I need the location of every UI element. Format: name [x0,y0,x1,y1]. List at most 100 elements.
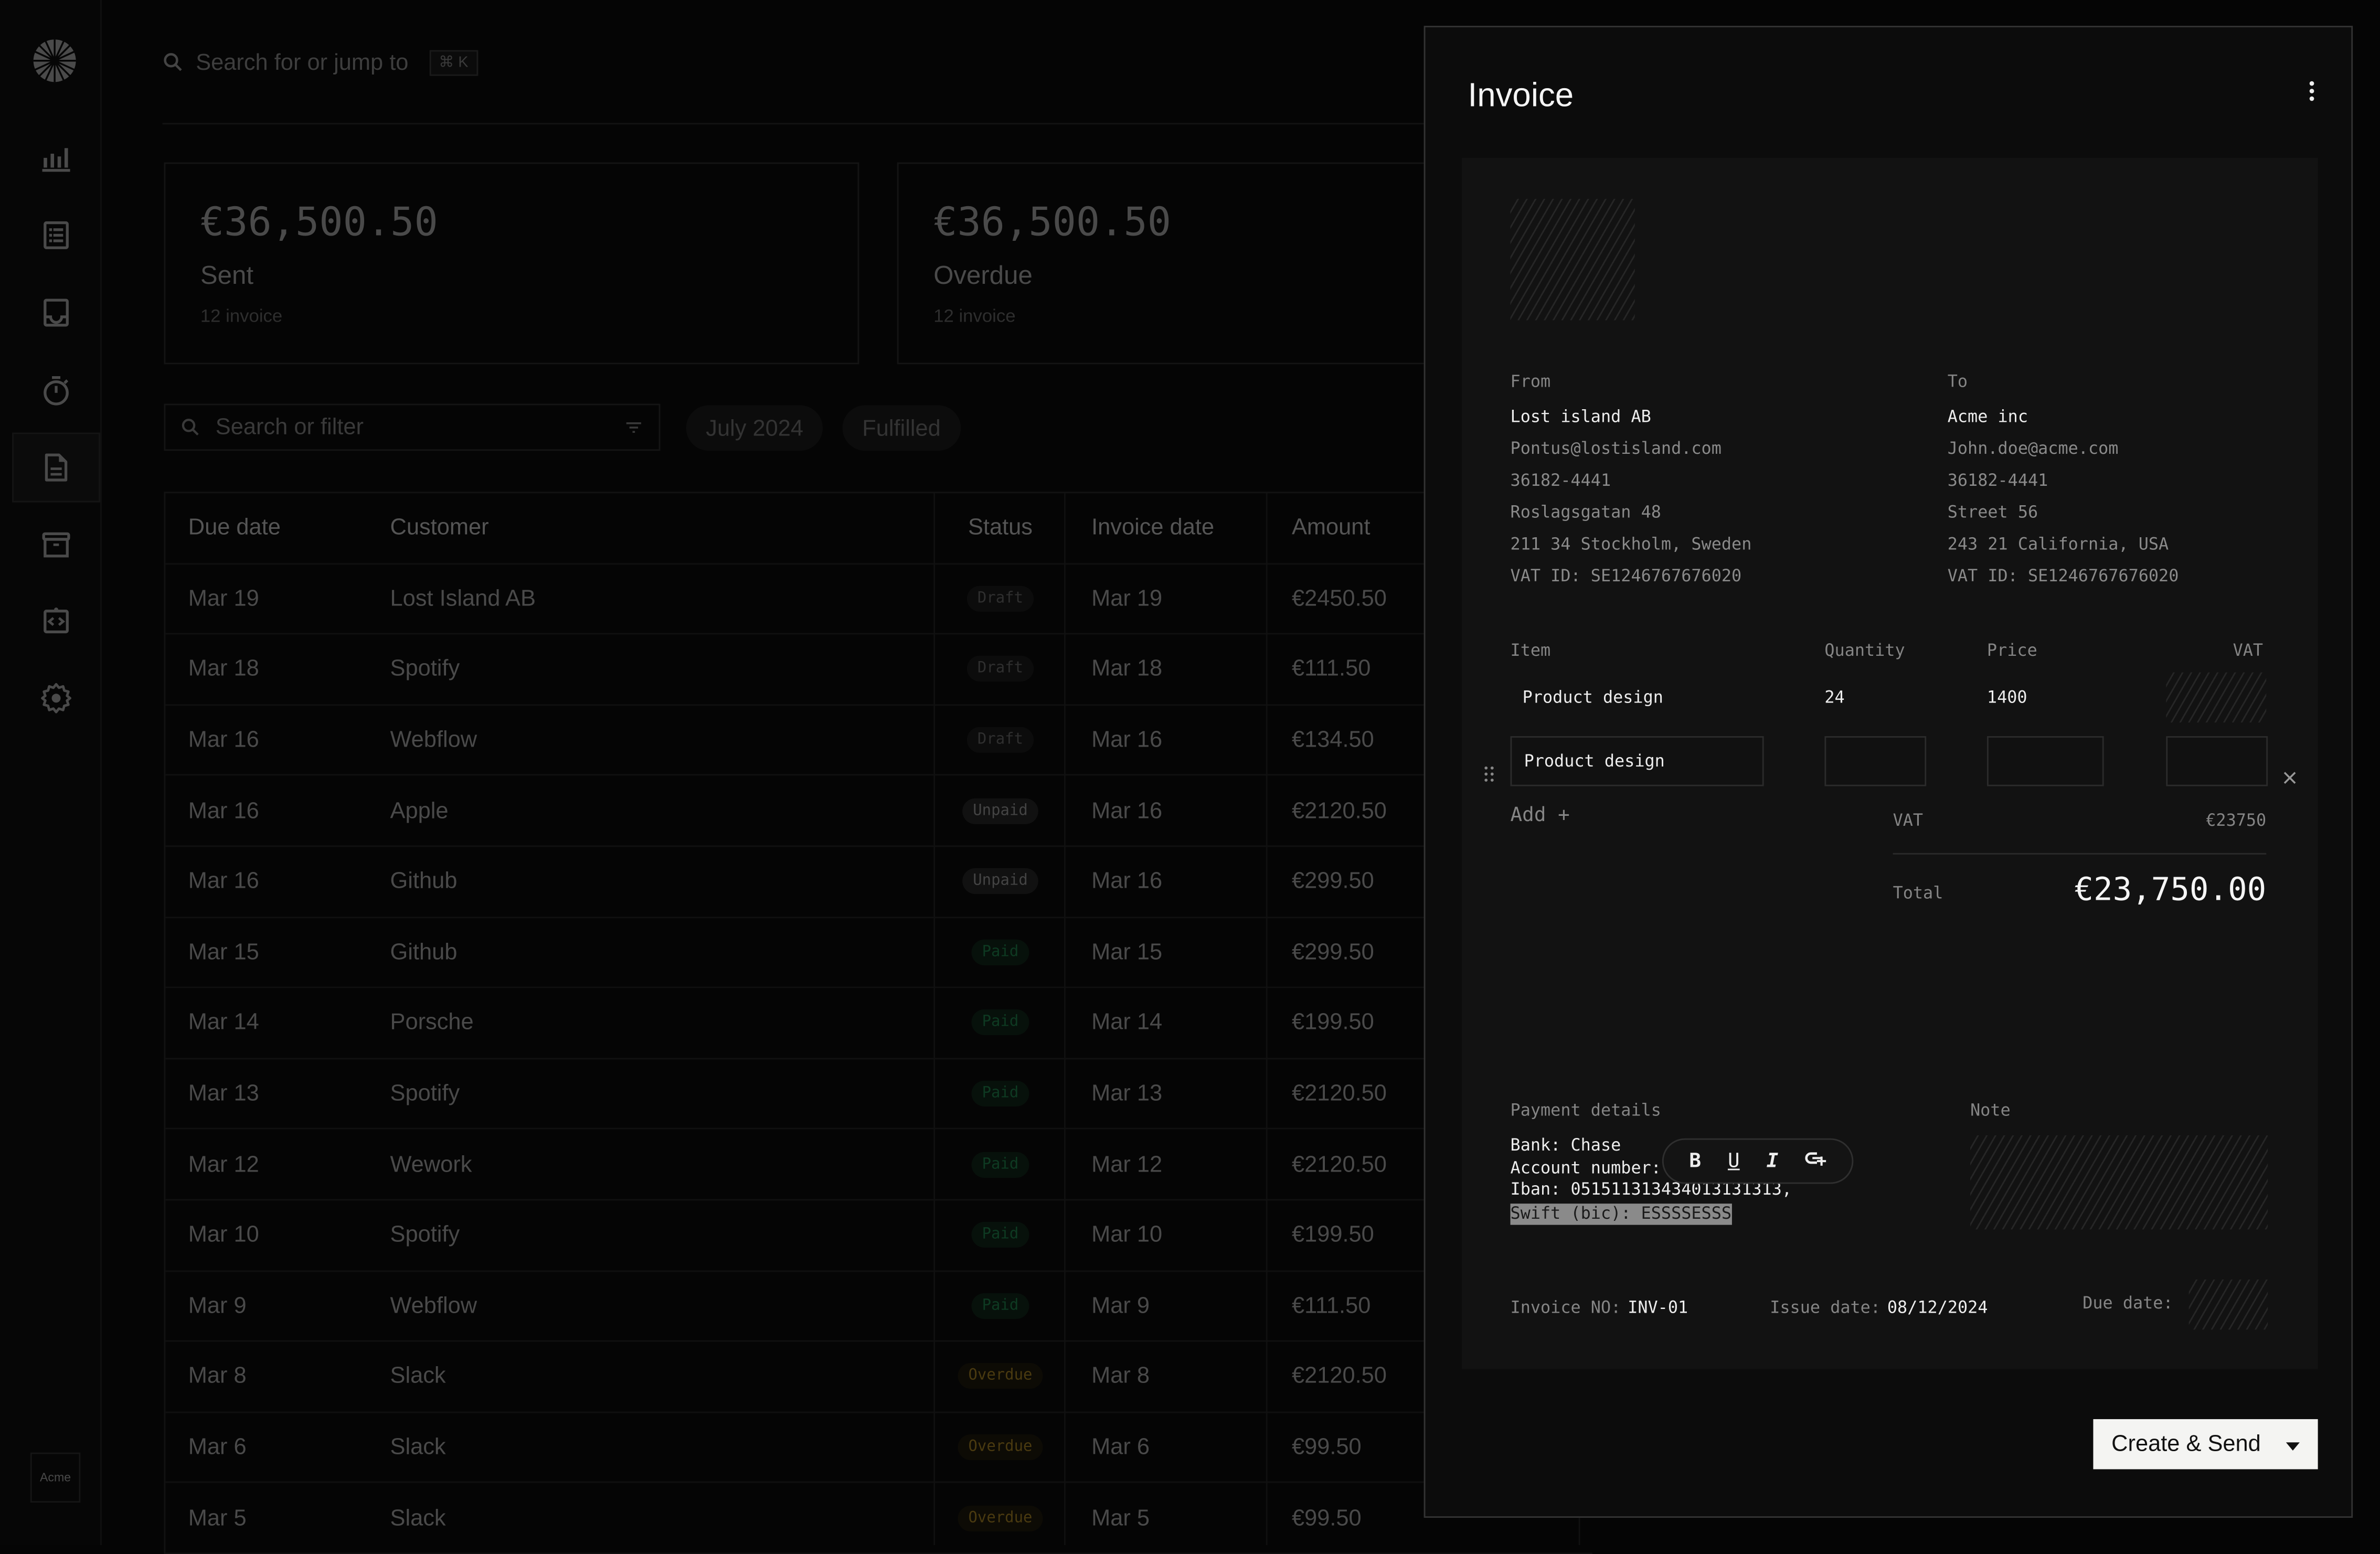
status-badge: Overdue [958,1505,1043,1531]
invoice-table: Due date Customer Status Invoice date Am… [164,492,1592,1554]
table-row[interactable]: Mar 19 Lost Island AB Draft Mar 19 €2450.50 [165,564,1592,635]
status-badge: Paid [971,939,1029,965]
status-cell: Unpaid [935,797,1066,824]
column-header-due-date[interactable]: Due date [188,515,281,541]
search-filter-input[interactable]: Search or filter [164,403,661,451]
sidebar-item-vault[interactable] [12,510,100,580]
invoice-document: From Lost island AB Pontus@lostisland.co… [1461,157,2318,1369]
dropdown-caret-icon[interactable] [2286,1431,2300,1457]
sidebar-item-tracker[interactable] [12,355,100,425]
table-row[interactable]: Mar 14 Porsche Paid Mar 14 €199.50 [165,988,1592,1059]
line-item-quantity-input[interactable] [1824,736,1927,786]
search-filter-placeholder: Search or filter [215,414,364,440]
line-item-price-input[interactable] [1986,736,2104,786]
from-vat-id: VAT ID: SE1246767676020 [1510,566,1742,586]
invoice-date-cell: Mar 18 [1091,656,1163,683]
from-label: From [1510,371,1551,392]
status-cell: Paid [935,1080,1066,1107]
drag-handle-icon[interactable] [1483,763,1495,782]
sidebar-item-invoices[interactable] [12,432,100,503]
app-logo-icon[interactable] [32,38,78,83]
column-header-invoice-date[interactable]: Invoice date [1091,515,1214,541]
line-item-vat-placeholder[interactable] [2166,672,2267,723]
amount-cell: €299.50 [1291,939,1374,965]
invoice-date-cell: Mar 8 [1091,1364,1150,1390]
status-badge: Draft [966,586,1034,612]
to-name: Acme inc [1947,407,2028,427]
table-row[interactable]: Mar 18 Spotify Draft Mar 18 €111.50 [165,635,1592,706]
stopwatch-icon [44,376,69,406]
global-search[interactable]: Search for or jump to ⌘ K [163,42,477,82]
table-row[interactable]: Mar 16 Webflow Draft Mar 16 €134.50 [165,706,1592,776]
table-row[interactable]: Mar 5 Slack Overdue Mar 5 €99.50 [165,1483,1592,1554]
amount-cell: €111.50 [1291,1293,1371,1319]
amount-cell: €2120.50 [1291,1364,1387,1390]
note-input-placeholder[interactable] [1970,1135,2268,1230]
table-row[interactable]: Mar 16 Apple Unpaid Mar 16 €2120.50 [165,776,1592,847]
sidebar-item-transactions[interactable] [12,200,100,270]
underline-button[interactable]: U [1728,1149,1740,1172]
filter-chip-date[interactable]: July 2024 [686,405,823,451]
remove-line-item-icon[interactable] [2283,765,2297,784]
due-date-cell: Mar 13 [188,1080,259,1107]
amount-cell: €299.50 [1291,868,1374,895]
table-row[interactable]: Mar 8 Slack Overdue Mar 8 €2120.50 [165,1342,1592,1413]
status-badge: Overdue [958,1434,1043,1461]
add-line-item-button[interactable]: Add + [1511,804,1570,827]
issue-date: 08/12/2024 [1887,1297,1988,1318]
table-row[interactable]: Mar 6 Slack Overdue Mar 6 €99.50 [165,1413,1592,1484]
workspace-button[interactable]: Acme [30,1452,81,1503]
sidebar-item-inbox[interactable] [12,278,100,347]
card-count: 12 invoice [200,305,283,326]
line-item-name[interactable]: Product design [1523,688,1663,708]
status-badge: Unpaid [962,797,1038,824]
due-date-cell: Mar 18 [188,656,259,683]
invoice-date-cell: Mar 16 [1091,727,1163,753]
to-label: To [1947,371,1968,392]
filter-chip-status[interactable]: Fulfilled [842,405,961,451]
document-icon [45,453,68,482]
link-plus-icon[interactable] [1805,1149,1826,1173]
more-options-icon[interactable] [2303,79,2321,103]
table-row[interactable]: Mar 9 Webflow Paid Mar 9 €111.50 [165,1271,1592,1342]
table-row[interactable]: Mar 16 Github Unpaid Mar 16 €299.50 [165,847,1592,918]
sidebar-item-overview[interactable] [12,123,100,193]
table-row[interactable]: Mar 12 Wework Paid Mar 12 €2120.50 [165,1130,1592,1201]
logo-upload-placeholder[interactable] [1510,198,1635,321]
line-item-price[interactable]: 1400 [1987,688,2027,708]
filter-icon[interactable] [624,418,644,438]
sidebar-item-settings[interactable] [12,663,100,733]
payment-details-label: Payment details [1510,1100,1661,1121]
card-amount: €36,500.50 [200,200,438,246]
amount-cell: €99.50 [1291,1434,1362,1461]
create-and-send-button[interactable]: Create & Send [2093,1419,2318,1470]
table-body: Mar 19 Lost Island AB Draft Mar 19 €2450.50 M… [165,564,1592,1554]
table-row[interactable]: Mar 13 Spotify Paid Mar 13 €2120.50 [165,1059,1592,1130]
status-cell: Draft [935,727,1066,753]
bold-button[interactable]: B [1689,1149,1701,1172]
column-header-amount[interactable]: Amount [1292,515,1370,541]
invoice-number: INV-01 [1628,1297,1688,1318]
to-email: John.doe@acme.com [1947,439,2119,459]
bar-chart-icon [42,148,70,172]
column-header-status[interactable]: Status [935,515,1066,541]
status-badge: Draft [966,656,1034,683]
invoice-number-field[interactable]: Invoice NO: INV-01 [1511,1293,1688,1321]
italic-button[interactable]: I [1767,1149,1779,1172]
line-item-quantity[interactable]: 24 [1824,688,1844,708]
due-date-placeholder[interactable] [2188,1279,2268,1330]
status-cell: Draft [935,586,1066,612]
issue-date-field[interactable]: Issue date: 08/12/2024 [1770,1293,1988,1321]
status-cell: Paid [935,1222,1066,1248]
amount-cell: €2120.50 [1291,1151,1387,1177]
sidebar-item-apps[interactable] [12,586,100,656]
archive-icon [42,532,70,558]
line-item-name-input[interactable]: Product design [1510,736,1764,786]
table-row[interactable]: Mar 15 Github Paid Mar 15 €299.50 [165,918,1592,988]
customer-cell: Github [390,868,458,895]
line-item-vat-input[interactable] [2166,736,2268,786]
from-phone: 36182-4441 [1510,470,1611,491]
summary-card-sent[interactable]: €36,500.50 Sent 12 invoice [164,162,859,365]
table-row[interactable]: Mar 10 Spotify Paid Mar 10 €199.50 [165,1200,1592,1271]
column-header-customer[interactable]: Customer [390,515,489,541]
